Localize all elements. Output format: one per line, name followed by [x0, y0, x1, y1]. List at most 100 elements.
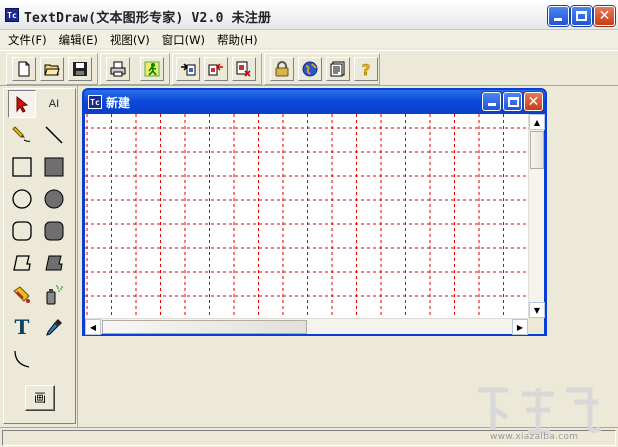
save-disk-icon — [73, 62, 87, 76]
scroll-right-arrow-icon[interactable]: ▶ — [512, 319, 528, 335]
tool-palette: AI T 画 — [0, 86, 78, 427]
app-icon: Tc — [5, 8, 19, 22]
filled-rectangle-tool[interactable] — [40, 153, 68, 181]
new-file-icon — [18, 61, 30, 77]
pencil-icon — [12, 126, 31, 142]
convert-icon — [236, 61, 251, 77]
document-minimize-button[interactable] — [482, 92, 501, 111]
convert-button[interactable] — [232, 57, 256, 81]
menu-file[interactable]: 文件(F) — [2, 30, 53, 48]
run-button[interactable] — [140, 57, 164, 81]
document-icon-badge: Tc — [88, 95, 102, 109]
eyedropper-icon — [46, 319, 62, 336]
import-icon — [208, 63, 223, 76]
eyedropper-tool[interactable] — [40, 313, 68, 341]
drawing-grid[interactable] — [85, 114, 528, 318]
main-title-bar[interactable]: Tc TextDraw(文本图形专家) V2.0 未注册 ✕ — [0, 0, 618, 30]
window-title: TextDraw(文本图形专家) V2.0 未注册 — [24, 11, 272, 26]
minimize-icon — [488, 103, 496, 106]
rounded-rect-filled-icon — [44, 221, 64, 241]
maximize-icon — [508, 97, 519, 107]
vertical-scrollbar[interactable]: ▲ ▼ — [528, 114, 545, 318]
vertical-scroll-thumb[interactable] — [530, 131, 544, 169]
text-tool[interactable]: T — [8, 313, 36, 341]
scroll-down-arrow-icon[interactable]: ▼ — [529, 302, 545, 318]
spray-tool[interactable] — [40, 281, 68, 309]
rectangle-filled-icon — [44, 157, 64, 177]
ai-tool[interactable]: AI — [40, 90, 68, 118]
lock-icon — [275, 61, 289, 77]
line-tool[interactable] — [40, 121, 68, 149]
fill-tool[interactable] — [8, 281, 36, 309]
menu-help[interactable]: 帮助(H) — [211, 30, 264, 48]
toolbar: ? — [0, 50, 618, 86]
pencil-tool[interactable] — [8, 121, 36, 149]
globe-button[interactable] — [298, 57, 322, 81]
arc-tool[interactable] — [8, 345, 36, 373]
rectangle-tool[interactable] — [8, 153, 36, 181]
spray-can-icon — [46, 285, 63, 305]
document-maximize-button[interactable] — [503, 92, 522, 111]
scroll-up-arrow-icon[interactable]: ▲ — [529, 114, 545, 130]
run-figure-icon — [144, 61, 160, 77]
rounded-rect-tool[interactable] — [8, 217, 36, 245]
menu-view[interactable]: 视图(V) — [104, 30, 156, 48]
document-button[interactable] — [326, 57, 350, 81]
select-tool[interactable] — [8, 90, 36, 118]
fill-bucket-icon — [13, 286, 30, 303]
canvas-button[interactable]: 画 — [25, 385, 55, 411]
close-button[interactable]: ✕ — [594, 6, 615, 26]
document-icon — [330, 61, 345, 77]
lock-button[interactable] — [270, 57, 294, 81]
size-grip-icon[interactable] — [528, 318, 544, 334]
watermark-url: www.xiazaiba.com — [490, 432, 579, 442]
filled-parallelogram-tool[interactable] — [40, 249, 68, 277]
document-title: 新建 — [106, 96, 131, 110]
parallelogram-filled-icon — [45, 255, 63, 271]
print-button[interactable] — [106, 57, 130, 81]
help-icon: ? — [361, 61, 371, 77]
document-close-button[interactable]: ✕ — [524, 92, 543, 111]
line-icon — [45, 126, 63, 144]
arc-icon — [14, 350, 30, 368]
select-arrow-icon — [16, 95, 29, 113]
minimize-button[interactable] — [548, 6, 569, 26]
globe-icon — [302, 61, 318, 77]
filled-ellipse-tool[interactable] — [40, 185, 68, 213]
print-icon — [110, 61, 126, 77]
menu-edit[interactable]: 编辑(E) — [53, 30, 104, 48]
open-folder-icon — [44, 64, 60, 76]
maximize-button[interactable] — [571, 6, 592, 26]
rectangle-outline-icon — [12, 157, 32, 177]
text-tool-icon: T — [14, 315, 30, 339]
ellipse-outline-icon — [12, 189, 32, 209]
maximize-icon — [576, 11, 587, 21]
horizontal-scroll-thumb[interactable] — [102, 320, 307, 334]
window-controls: ✕ — [548, 6, 615, 26]
scroll-left-arrow-icon[interactable]: ◀ — [85, 319, 101, 335]
ai-text-icon: AI — [48, 98, 60, 110]
export-button[interactable] — [176, 57, 200, 81]
minimize-icon — [554, 18, 562, 21]
tool-palette-frame: AI T 画 — [3, 88, 76, 424]
document-window-controls: ✕ — [482, 92, 543, 111]
new-file-button[interactable] — [12, 57, 36, 81]
save-button[interactable] — [68, 57, 92, 81]
import-button[interactable] — [204, 57, 228, 81]
horizontal-scrollbar[interactable]: ◀ ▶ — [85, 318, 528, 335]
ellipse-tool[interactable] — [8, 185, 36, 213]
document-title-bar[interactable]: Tc 新建 ✕ — [84, 90, 545, 114]
document-client-area: ▲ ▼ ◀ ▶ — [85, 114, 545, 335]
svg-text:?: ? — [362, 61, 371, 77]
menu-bar: 文件(F) 编辑(E) 视图(V) 窗口(W) 帮助(H) — [0, 30, 618, 48]
parallelogram-outline-icon — [13, 255, 31, 271]
close-icon: ✕ — [598, 8, 611, 24]
ellipse-filled-icon — [44, 189, 64, 209]
rounded-rect-outline-icon — [12, 221, 32, 241]
parallelogram-tool[interactable] — [8, 249, 36, 277]
close-icon: ✕ — [527, 94, 540, 110]
filled-rounded-rect-tool[interactable] — [40, 217, 68, 245]
menu-window[interactable]: 窗口(W) — [156, 30, 211, 48]
open-button[interactable] — [40, 57, 64, 81]
help-button[interactable]: ? — [354, 57, 378, 81]
